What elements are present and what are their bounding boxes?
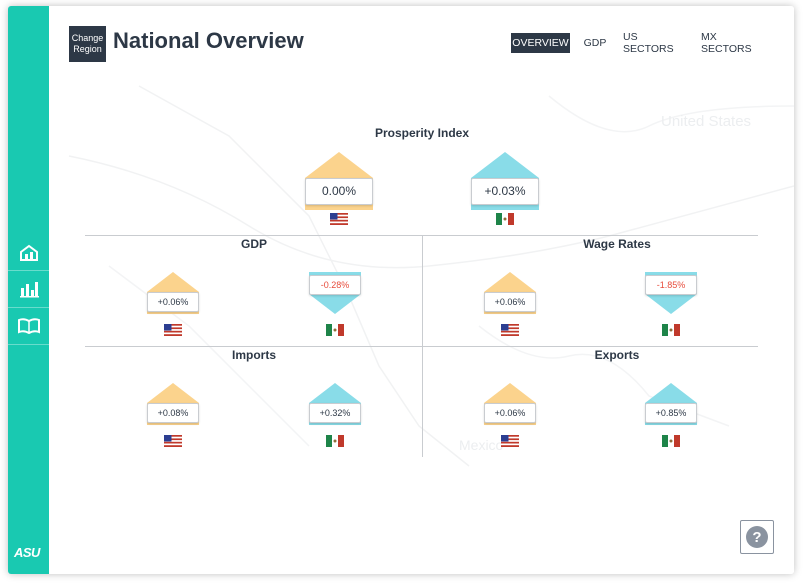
divider-vertical xyxy=(422,235,423,457)
tab-mx-sectors[interactable]: MX SECTORS xyxy=(701,31,769,55)
gdp-us-value: +0.06% xyxy=(147,292,199,312)
asu-logo: ASU xyxy=(14,545,40,560)
imports-mx-value: +0.32% xyxy=(309,403,361,423)
mx-flag-icon xyxy=(326,324,344,336)
tab-gdp[interactable]: GDP xyxy=(580,33,610,53)
page-title: National Overview xyxy=(113,28,304,53)
exports-us-indicator: +0.06% xyxy=(484,383,536,447)
wage-title: Wage Rates xyxy=(583,237,651,251)
gdp-mx-value: -0.28% xyxy=(309,275,361,295)
overview-icon xyxy=(19,244,38,261)
gdp-mx-indicator: -0.28% xyxy=(309,272,361,336)
prosperity-mx-indicator: +0.03% xyxy=(471,152,539,225)
change-region-button[interactable]: Change Region xyxy=(69,26,106,62)
wage-us-value: +0.06% xyxy=(484,292,536,312)
exports-us-value: +0.06% xyxy=(484,403,536,423)
sectors-chart-icon xyxy=(19,282,39,298)
us-flag-icon xyxy=(164,435,182,447)
imports-mx-indicator: +0.32% xyxy=(309,383,361,447)
prosperity-mx-value: +0.03% xyxy=(471,178,539,205)
imports-us-indicator: +0.08% xyxy=(147,383,199,447)
sidebar-item-reference[interactable] xyxy=(8,308,49,345)
help-question-icon: ? xyxy=(746,526,768,548)
imports-us-value: +0.08% xyxy=(147,403,199,423)
svg-text:?: ? xyxy=(752,529,761,546)
mx-flag-icon xyxy=(662,435,680,447)
book-icon xyxy=(17,318,40,334)
map-label-us: United States xyxy=(661,113,751,130)
sidebar-item-sectors[interactable] xyxy=(8,271,49,308)
mx-flag-icon xyxy=(326,435,344,447)
tab-overview[interactable]: OVERVIEW xyxy=(511,33,570,53)
us-flag-icon xyxy=(330,213,348,225)
us-flag-icon xyxy=(501,435,519,447)
imports-title: Imports xyxy=(231,348,276,362)
help-button[interactable]: ? xyxy=(740,520,774,554)
sidebar: ASU xyxy=(8,6,49,574)
app-window: ASU United States Mexico Change Region N… xyxy=(8,6,794,574)
prosperity-us-value: 0.00% xyxy=(305,178,373,205)
tab-us-sectors[interactable]: US SECTORS xyxy=(623,31,691,55)
prosperity-us-indicator: 0.00% xyxy=(305,152,373,225)
gdp-us-indicator: +0.06% xyxy=(147,272,199,336)
wage-us-indicator: +0.06% xyxy=(484,272,536,336)
exports-mx-value: +0.85% xyxy=(645,403,697,423)
exports-mx-indicator: +0.85% xyxy=(645,383,697,447)
mx-flag-icon xyxy=(496,213,514,225)
sidebar-item-overview[interactable] xyxy=(8,234,49,271)
us-flag-icon xyxy=(164,324,182,336)
us-flag-icon xyxy=(501,324,519,336)
mx-flag-icon xyxy=(662,324,680,336)
wage-mx-indicator: -1.85% xyxy=(645,272,697,336)
gdp-title: GDP xyxy=(240,237,267,251)
prosperity-title: Prosperity Index xyxy=(374,126,470,140)
exports-title: Exports xyxy=(594,348,640,362)
main-panel: United States Mexico Change Region Natio… xyxy=(49,6,794,574)
wage-mx-value: -1.85% xyxy=(645,275,697,295)
